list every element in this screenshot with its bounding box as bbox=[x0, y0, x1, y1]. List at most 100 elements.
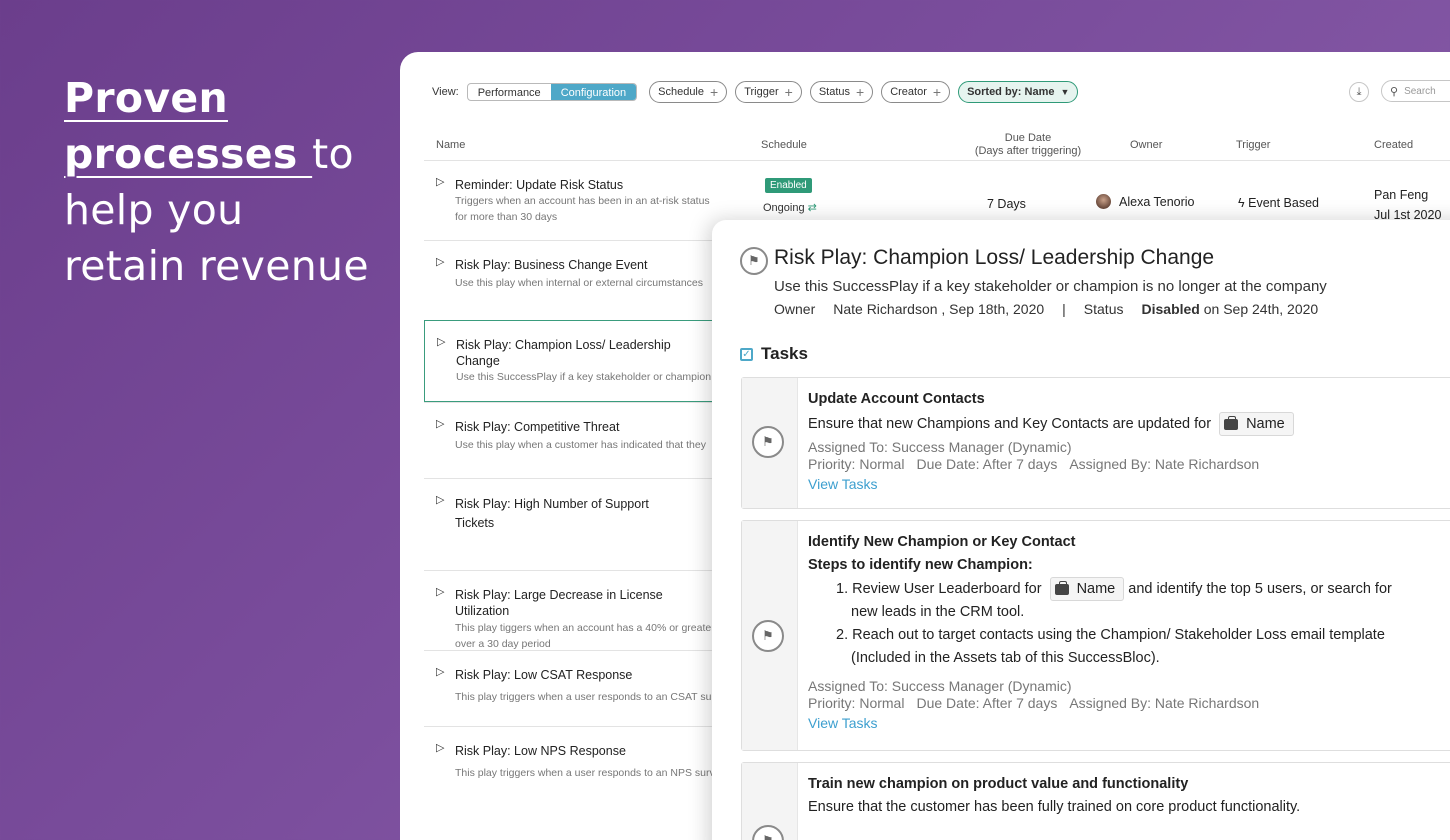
due-date-value: 7 Days bbox=[987, 197, 1026, 211]
hero-text-2: help you bbox=[64, 186, 244, 234]
task-details: Priority: Normal Due Date: After 7 days As… bbox=[808, 695, 1450, 712]
schedule-text: Ongoing bbox=[763, 202, 805, 214]
filter-creator[interactable]: Creator + bbox=[881, 81, 951, 103]
avatar bbox=[1096, 194, 1111, 209]
panel-title: Risk Play: Champion Loss/ Leadership Cha… bbox=[774, 246, 1215, 269]
task-sidebar: ⚑ bbox=[742, 521, 798, 750]
task-card[interactable]: ⚑ Train new champion on product value an… bbox=[741, 762, 1450, 840]
status-date: on Sep 24th, 2020 bbox=[1199, 301, 1319, 317]
row-title-line1: Risk Play: Champion Loss/ Leadership bbox=[456, 338, 671, 352]
filter-label: Status bbox=[818, 86, 850, 98]
row-description: Triggers when an account has been in an … bbox=[455, 195, 710, 207]
successplay-detail-panel: ⚑ Risk Play: Champion Loss/ Leadership C… bbox=[712, 220, 1450, 840]
col-schedule[interactable]: Schedule bbox=[761, 139, 807, 152]
col-trigger[interactable]: Trigger bbox=[1236, 139, 1270, 152]
hero-heading: Proven processes to help you retain reve… bbox=[64, 70, 384, 294]
trigger-value: ϟ Event Based bbox=[1238, 196, 1319, 210]
account-name-token: Name bbox=[1219, 412, 1294, 436]
view-tasks-link[interactable]: View Tasks bbox=[808, 712, 1450, 734]
task-title: Train new champion on product value and … bbox=[808, 776, 1189, 792]
repeat-icon: ⇄ bbox=[807, 202, 817, 214]
token-label: Name bbox=[1076, 580, 1116, 597]
play-icon: ▷ bbox=[436, 586, 445, 598]
col-created[interactable]: Created bbox=[1374, 139, 1413, 152]
sort-dropdown[interactable]: Sorted by: Name ▼ bbox=[958, 81, 1079, 103]
task-title: Update Account Contacts bbox=[808, 391, 985, 407]
task-assigned-to: Assigned To: Success Manager (Dynamic) bbox=[808, 439, 1072, 455]
view-option-performance[interactable]: Performance bbox=[468, 84, 551, 100]
row-description: This play triggers when a user responds … bbox=[455, 767, 726, 779]
token-label: Name bbox=[1246, 415, 1285, 432]
task-step-1: 1. Review User Leaderboard for Name and … bbox=[836, 577, 1450, 601]
row-description: Use this play when internal or external … bbox=[455, 277, 704, 289]
hero-highlight-2: processes bbox=[64, 130, 313, 178]
owner-label: Owner bbox=[774, 301, 816, 317]
row-title: Risk Play: Large Decrease in License Uti… bbox=[455, 587, 685, 619]
play-icon: ▷ bbox=[436, 494, 445, 506]
step-text: and identify the top 5 users, or search … bbox=[1128, 580, 1392, 597]
task-due: Due Date: After 7 days bbox=[916, 456, 1058, 472]
filter-status[interactable]: Status + bbox=[809, 81, 874, 103]
row-description: for more than 30 days bbox=[455, 211, 558, 223]
created-value: Pan Feng Jul 1st 2020 bbox=[1374, 185, 1441, 225]
play-icon: ▷ bbox=[436, 418, 445, 430]
task-description: Ensure that new Champions and Key Contac… bbox=[808, 412, 1450, 436]
row-title: Risk Play: Competitive Threat bbox=[455, 420, 620, 434]
task-body: Update Account Contacts Ensure that new … bbox=[808, 388, 1450, 495]
row-title: Risk Play: Low CSAT Response bbox=[455, 668, 633, 682]
col-due-date-line2: (Days after triggering) bbox=[974, 145, 1082, 157]
col-name[interactable]: Name bbox=[436, 139, 465, 152]
task-card[interactable]: ⚑ Identify New Champion or Key Contact S… bbox=[741, 520, 1450, 751]
task-card[interactable]: ⚑ Update Account Contacts Ensure that ne… bbox=[741, 377, 1450, 509]
briefcase-icon bbox=[1224, 415, 1239, 430]
play-icon: ▷ bbox=[436, 256, 445, 268]
table-header: Name Schedule Due Date (Days after trigg… bbox=[400, 132, 1450, 162]
task-body: Identify New Champion or Key Contact Ste… bbox=[808, 531, 1450, 734]
hero-text-3: retain revenue bbox=[64, 242, 369, 290]
schedule-value: Ongoing ⇄ bbox=[763, 201, 817, 214]
meta-separator: | bbox=[1062, 301, 1066, 317]
play-icon: ▷ bbox=[436, 176, 445, 188]
filter-label: Creator bbox=[890, 86, 927, 98]
account-name-token: Name bbox=[1049, 577, 1125, 601]
task-description: Ensure that the customer has been fully … bbox=[808, 799, 1301, 815]
task-body: Train new champion on product value and … bbox=[808, 773, 1450, 819]
created-by: Pan Feng bbox=[1374, 188, 1429, 202]
toolbar: View: Performance Configuration Schedule… bbox=[432, 80, 1086, 104]
view-toggle[interactable]: Performance Configuration bbox=[466, 83, 638, 101]
flag-icon: ⚑ bbox=[740, 247, 768, 275]
task-step-2: 2. Reach out to target contacts using th… bbox=[836, 627, 1385, 643]
task-assigned-to: Assigned To: Success Manager (Dynamic) bbox=[808, 678, 1072, 694]
col-owner[interactable]: Owner bbox=[1130, 139, 1162, 152]
view-tasks-link[interactable]: View Tasks bbox=[808, 473, 1450, 495]
row-title: Risk Play: Business Change Event bbox=[455, 258, 648, 272]
row-title-line2: Utilization bbox=[455, 604, 510, 618]
row-title-line1: Risk Play: Large Decrease in License bbox=[455, 588, 663, 602]
plus-icon: + bbox=[784, 84, 793, 100]
panel-meta: Owner Nate Richardson , Sep 18th, 2020 |… bbox=[774, 301, 1336, 317]
step-text: 1. Review User Leaderboard for bbox=[836, 580, 1042, 597]
owner-name: Alexa Tenorio bbox=[1119, 194, 1195, 209]
col-due-date[interactable]: Due Date (Days after triggering) bbox=[948, 132, 1108, 158]
download-button[interactable]: ⤓ bbox=[1349, 82, 1369, 102]
view-label: View: bbox=[432, 86, 459, 98]
task-assigned-by: Assigned By: Nate Richardson bbox=[1069, 695, 1260, 711]
filter-schedule[interactable]: Schedule + bbox=[649, 81, 728, 103]
flag-icon: ⚑ bbox=[752, 620, 784, 652]
row-description: This play tiggers when an account has a … bbox=[455, 622, 715, 634]
task-priority: Priority: Normal bbox=[808, 695, 905, 711]
search-icon: ⚲ bbox=[1390, 85, 1399, 98]
task-assigned-by: Assigned By: Nate Richardson bbox=[1069, 456, 1260, 472]
briefcase-icon bbox=[1054, 580, 1069, 595]
task-due: Due Date: After 7 days bbox=[916, 695, 1058, 711]
task-step-2-cont: (Included in the Assets tab of this Succ… bbox=[851, 650, 1160, 666]
task-step-1-cont: new leads in the CRM tool. bbox=[851, 604, 1025, 620]
task-steps: 1. Review User Leaderboard for Name and … bbox=[836, 577, 1450, 670]
row-title: Reminder: Update Risk Status bbox=[455, 178, 624, 192]
row-description: Use this play when a customer has indica… bbox=[455, 439, 706, 451]
filter-trigger[interactable]: Trigger + bbox=[735, 81, 802, 103]
panel-subtitle: Use this SuccessPlay if a key stakeholde… bbox=[774, 278, 1327, 295]
view-option-configuration[interactable]: Configuration bbox=[550, 84, 637, 100]
plus-icon: + bbox=[710, 84, 719, 100]
search-input[interactable]: ⚲ Search bbox=[1381, 80, 1450, 102]
